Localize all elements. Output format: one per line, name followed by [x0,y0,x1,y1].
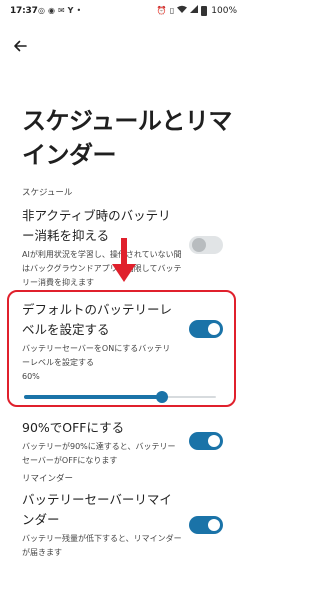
adaptive-battery-toggle[interactable] [189,236,223,254]
whatsapp-icon: ◎ [38,6,45,15]
system-icons: ⏰ ▯ 100% [157,5,237,16]
battery-icon [201,5,208,16]
setting-adaptive-title: 非アクティブ時のバッテリー消耗を抑える [22,208,171,243]
yahoo-icon: Y [67,6,74,15]
setting-reminder-subtitle: バッテリー残量が低下すると、リマインダーが届きます [22,534,182,557]
toggle-knob [208,435,220,447]
reminder-toggle[interactable] [189,516,223,534]
back-button[interactable] [10,36,30,56]
toggle-knob [208,519,220,531]
setting-off-at-90[interactable]: 90%でOFFにする バッテリーが90%に達すると、バッテリーセーバーがOFFに… [22,418,182,468]
setting-reminder[interactable]: バッテリーセーバーリマインダー バッテリー残量が低下すると、リマインダーが届きま… [22,490,182,560]
section-header-reminder: リマインダー [22,474,74,484]
setting-adaptive-subtitle: AIが利用状況を学習し、操作されていない間はバックグラウンドアプリを制限してバッ… [22,250,182,287]
annotation-arrow-icon [112,238,136,282]
status-time: 17:37 [10,6,38,16]
slider-track-fill [24,395,163,399]
alarm-icon: ⏰ [156,5,167,15]
notification-icons: ◎ ◉ ✉ Y • [38,6,81,16]
status-bar: 17:37 ◎ ◉ ✉ Y • ⏰ ▯ 100% [0,0,245,24]
toggle-knob [208,323,220,335]
setting-adaptive-battery[interactable]: 非アクティブ時のバッテリー消耗を抑える AIが利用状況を学習し、操作されていない… [22,206,182,290]
setting-default-level-title: デフォルトのバッテリーレベルを設定する [22,302,173,337]
setting-off-at-90-title: 90%でOFFにする [22,420,125,435]
setting-off-at-90-subtitle: バッテリーが90%に達すると、バッテリーセーバーがOFFになります [22,442,176,465]
chat-icon: ◉ [47,6,55,15]
setting-default-level-subtitle: バッテリーセーバーをONにするバッテリーレベルを設定する [22,344,171,367]
page-title: スケジュールとリマインダー [22,107,232,169]
mail-icon: ✉ [57,6,65,15]
slider-value-label: 60% [22,372,40,381]
slider-thumb[interactable] [156,391,169,403]
default-level-toggle[interactable] [189,320,223,338]
back-arrow-icon [14,40,27,52]
battery-level-slider[interactable] [24,390,216,404]
signal-icon [190,5,199,16]
setting-default-level[interactable]: デフォルトのバッテリーレベルを設定する バッテリーセーバーをONにするバッテリー… [22,300,177,370]
section-header-schedule: スケジュール [22,188,73,198]
more-dots-icon: • [76,6,82,15]
off-at-90-toggle[interactable] [189,432,223,450]
toggle-knob [192,238,206,252]
vibrate-icon: ▯ [169,5,175,15]
battery-percent: 100% [211,5,237,16]
wifi-icon [177,5,188,16]
setting-reminder-title: バッテリーセーバーリマインダー [22,492,172,527]
